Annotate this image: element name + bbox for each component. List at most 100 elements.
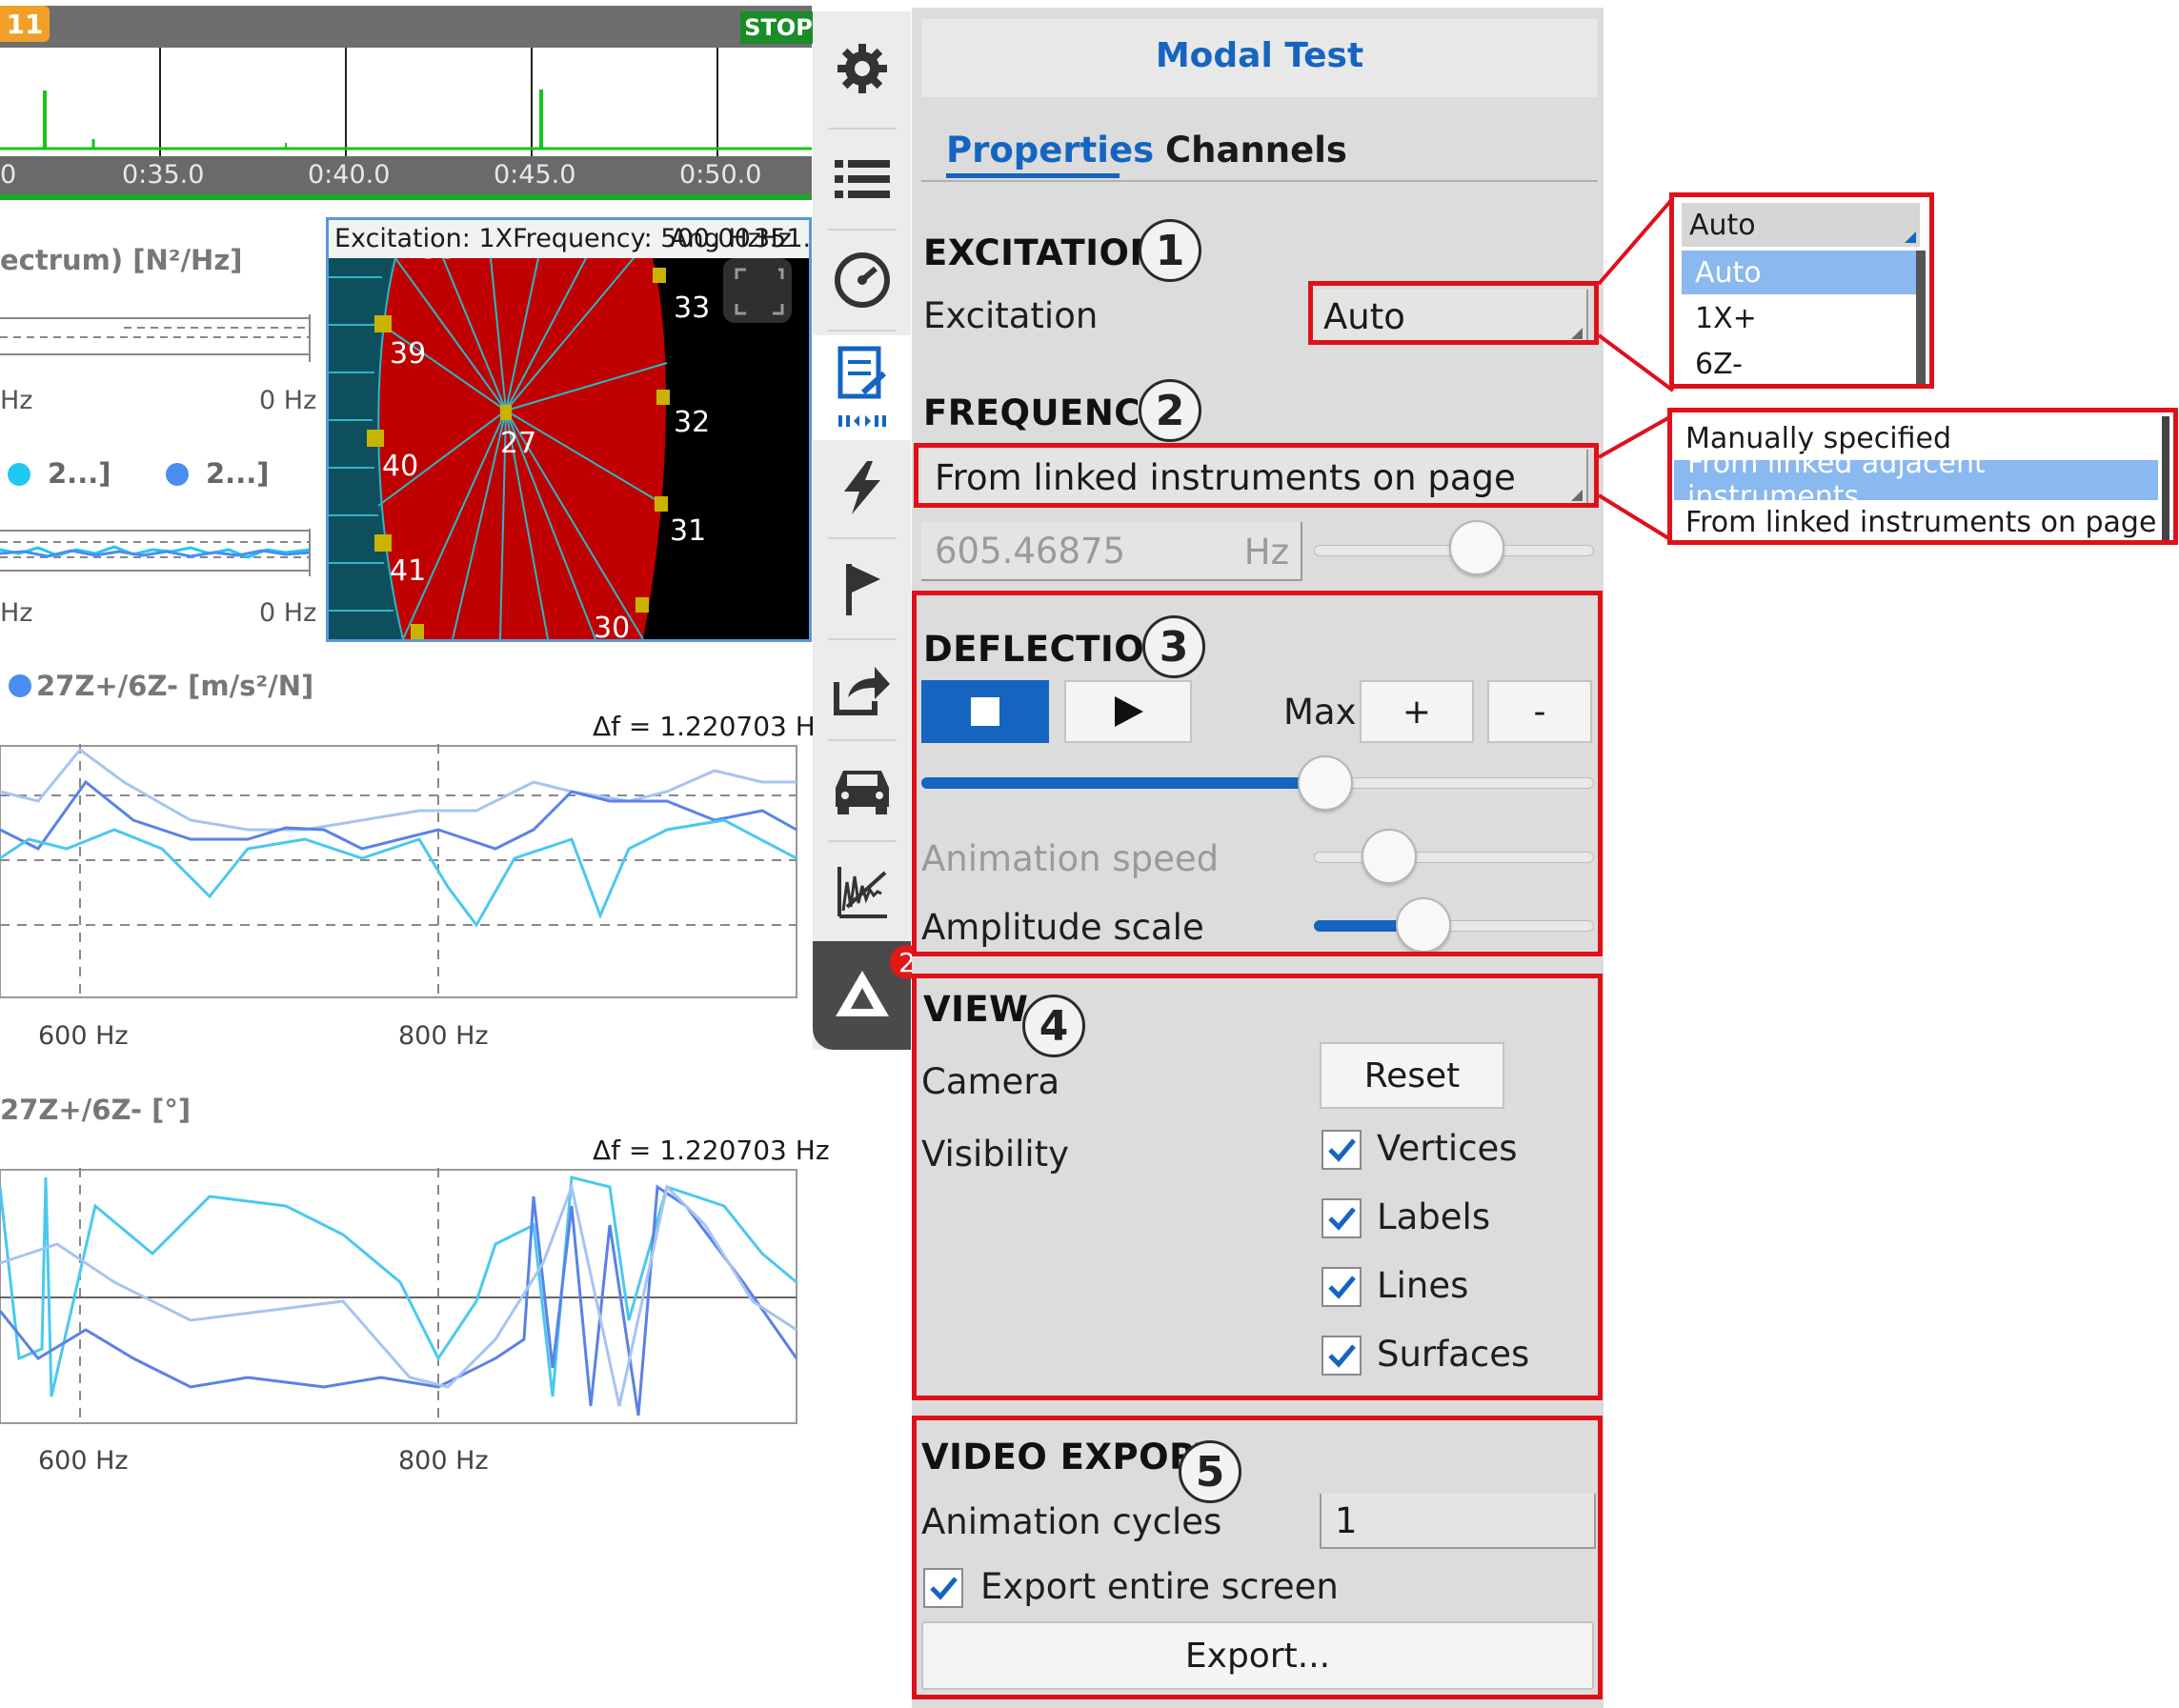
timeline-svg [0, 48, 812, 156]
vibration-icon[interactable] [813, 844, 911, 939]
model-svg: 38 33 39 32 27 40 31 41 30 [329, 232, 792, 639]
animation-cycles-value: 1 [1335, 1499, 1358, 1541]
excitation-dropdown-popup: Auto Auto 1X+ 6Z- [1669, 192, 1934, 389]
model-header: Excitation: 1XFrequency: 500.00 Hz Ang H… [329, 220, 809, 258]
tab-channels[interactable]: Channels [1165, 130, 1347, 171]
model-header-trail: 351. [754, 224, 809, 253]
marker-4: 4 [1022, 995, 1085, 1057]
share-icon[interactable] [813, 642, 911, 737]
marker-5: 5 [1179, 1440, 1241, 1503]
vertices-checkbox[interactable] [1322, 1130, 1362, 1170]
flag-icon[interactable] [813, 541, 911, 636]
visibility-label: Visibility [921, 1134, 1070, 1175]
labels-checkbox[interactable] [1322, 1198, 1362, 1238]
play-icon [1115, 696, 1143, 727]
excitation-value: Auto [1323, 295, 1405, 337]
labels-label: Labels [1377, 1196, 1491, 1237]
frf-chart[interactable] [0, 744, 800, 1001]
dropdown-corner-icon [1571, 490, 1583, 501]
checkmark-icon [930, 1577, 958, 1600]
dropdown-scrollbar[interactable] [1916, 251, 1926, 384]
phase-chart[interactable] [0, 1168, 800, 1427]
animation-speed-track[interactable] [1314, 852, 1594, 863]
car-icon[interactable] [813, 743, 911, 838]
lines-label: Lines [1377, 1265, 1469, 1306]
model-header-overlap: Ang Hz [670, 224, 761, 253]
time-tick: 0:45.0 [494, 160, 576, 190]
spectrum-title: ectrum) [N²/Hz] [0, 244, 243, 276]
excitation-option[interactable]: Auto [1682, 251, 1920, 294]
max-label: Max [1283, 692, 1357, 733]
spectrum-mini-plot [0, 314, 314, 362]
node-label: 33 [674, 291, 710, 325]
gear-icon[interactable] [813, 21, 911, 116]
video-export-section-title: VIDEO EXPORT [921, 1437, 1221, 1477]
legend-label: 2...] [48, 457, 111, 490]
stop-badge[interactable]: STOP [740, 11, 817, 44]
time-tick: 0:50.0 [679, 160, 762, 190]
tab-properties[interactable]: Properties [946, 130, 1154, 171]
export-entire-screen-label: Export entire screen [980, 1566, 1339, 1607]
max-plus-button[interactable]: + [1360, 680, 1474, 743]
spectrum-mini-plot-2 [0, 529, 314, 576]
tab-properties-underline [946, 173, 1120, 178]
deflection-slider-knob[interactable] [1297, 755, 1353, 811]
surfaces-checkbox[interactable] [1322, 1336, 1362, 1376]
time-tick: 0 [0, 160, 17, 190]
report-icon[interactable] [813, 335, 911, 440]
lightning-icon[interactable] [813, 440, 911, 535]
frequency-mode-select[interactable]: From linked instruments on page [921, 450, 1588, 507]
timeline-plot[interactable] [0, 48, 812, 156]
view-section-title: VIEW [923, 989, 1029, 1030]
excitation-option[interactable]: 6Z- [1682, 342, 1920, 386]
marker-3: 3 [1142, 615, 1205, 678]
frf-df: Δf = 1.220703 Hz [593, 711, 830, 742]
deflection-slider-fill [921, 777, 1325, 789]
timeline-bar [0, 6, 812, 48]
legend-label: 2...] [206, 457, 270, 490]
frequency-slider-knob[interactable] [1448, 520, 1504, 575]
axis-label-left: Hz [0, 598, 33, 628]
animation-cycles-label: Animation cycles [921, 1501, 1222, 1542]
list-icon[interactable] [813, 131, 911, 227]
dropdown-scrollbar[interactable] [2162, 416, 2169, 540]
frf-svg [0, 744, 797, 998]
deflection-section-title: DEFLECTION [923, 629, 1175, 670]
model-view[interactable]: 38 33 39 32 27 40 31 41 30 Excitation: 1… [326, 217, 812, 642]
lines-checkbox[interactable] [1322, 1267, 1362, 1307]
frequency-option[interactable]: From linked adjacent instruments [1674, 447, 2158, 513]
animation-cycles-field[interactable]: 1 [1320, 1494, 1596, 1549]
excitation-select[interactable]: Auto [1312, 290, 1588, 345]
camera-label: Camera [921, 1061, 1060, 1102]
animation-speed-label: Animation speed [921, 838, 1220, 879]
dropdown-corner-icon [1905, 231, 1916, 243]
animation-speed-knob[interactable] [1362, 829, 1418, 884]
frequency-unit: Hz [1243, 532, 1289, 573]
node-label: 41 [390, 554, 426, 588]
badge-counter: 11 [0, 6, 50, 42]
gauge-icon[interactable] [813, 232, 911, 328]
export-button[interactable]: Export... [921, 1621, 1594, 1690]
excitation-option[interactable]: 1X+ [1682, 296, 1920, 340]
camera-reset-button[interactable]: Reset [1320, 1042, 1504, 1109]
fullscreen-icon[interactable] [723, 258, 792, 323]
phase-xtick: 600 Hz [38, 1446, 129, 1476]
excitation-section-title: EXCITATION [923, 232, 1160, 273]
stop-button[interactable] [921, 680, 1049, 743]
amplitude-scale-knob[interactable] [1395, 897, 1451, 953]
frequency-value: 605.46875 [935, 530, 1126, 572]
max-minus-button[interactable]: - [1487, 680, 1592, 743]
export-entire-screen-checkbox[interactable] [923, 1568, 963, 1608]
excitation-dropdown-header[interactable]: Auto [1682, 203, 1920, 247]
phase-xtick: 800 Hz [398, 1446, 489, 1476]
frequency-option[interactable]: From linked instruments on page [1672, 502, 2173, 542]
play-button[interactable] [1064, 680, 1192, 743]
frequency-value-field[interactable]: 605.46875 Hz [921, 522, 1302, 581]
frequency-mode-value: From linked instruments on page [935, 456, 1516, 498]
axis-label-left: Hz [0, 386, 33, 415]
stop-icon [971, 697, 999, 726]
legend-dot-cyan [8, 463, 30, 486]
axis-label-right: 0 Hz [259, 598, 317, 628]
amplitude-scale-label: Amplitude scale [921, 907, 1204, 948]
frf-legend-dot [9, 674, 31, 697]
